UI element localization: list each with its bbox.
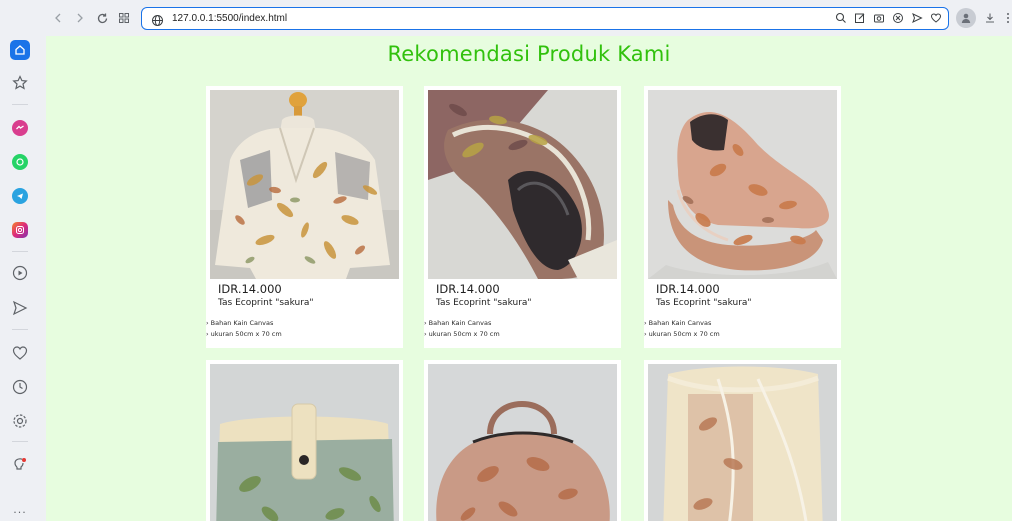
more-vertical-icon <box>1007 13 1009 23</box>
search-icon[interactable] <box>834 11 847 24</box>
clock-icon <box>12 379 28 395</box>
lightbulb-icon <box>14 458 26 470</box>
browser-sidebar: ... <box>0 0 40 521</box>
back-button[interactable] <box>47 7 69 29</box>
profile-avatar[interactable] <box>956 8 976 28</box>
browser-toolbar: 127.0.0.1:5500/index.html <box>40 0 1012 36</box>
product-feature: › Bahan Kain Canvas <box>644 319 712 327</box>
product-card[interactable] <box>644 360 841 521</box>
product-price: IDR.14.000 <box>656 282 720 296</box>
page-title: Rekomendasi Produk Kami <box>387 42 671 66</box>
home-icon <box>10 40 30 60</box>
product-card[interactable]: IDR.14.000 Tas Ecoprint "sakura" › Bahan… <box>644 86 841 348</box>
product-image-shoe-pink <box>648 90 837 279</box>
download-icon <box>986 13 994 23</box>
whatsapp-icon <box>12 154 28 170</box>
sidebar-send-button[interactable] <box>0 299 40 317</box>
messenger-icon <box>12 120 28 136</box>
heart-icon[interactable] <box>929 11 942 24</box>
tabs-grid-button[interactable] <box>113 7 135 29</box>
product-image-shoe <box>428 90 617 279</box>
product-image-tote-green <box>210 364 399 521</box>
sidebar-home-button[interactable] <box>0 40 40 60</box>
send-icon <box>12 300 28 316</box>
reload-icon <box>97 13 107 23</box>
sidebar-favorites-button[interactable] <box>0 74 40 92</box>
product-image-drawstring <box>648 364 837 521</box>
product-image-shirt <box>210 90 399 279</box>
product-feature: › ukuran 50cm x 70 cm <box>424 330 500 338</box>
sidebar-messenger-button[interactable] <box>0 120 40 136</box>
download-button[interactable] <box>982 10 998 26</box>
product-feature: › Bahan Kain Canvas <box>424 319 492 327</box>
sidebar-more-button[interactable]: ... <box>0 503 40 516</box>
forward-button[interactable] <box>69 7 91 29</box>
product-feature: › ukuran 50cm x 70 cm <box>644 330 720 338</box>
sidebar-tips-button[interactable] <box>0 456 40 474</box>
sidebar-player-button[interactable] <box>0 264 40 282</box>
sidebar-instagram-button[interactable] <box>0 222 40 238</box>
product-image-handbag <box>428 364 617 521</box>
product-feature: › ukuran 50cm x 70 cm <box>206 330 282 338</box>
sidebar-settings-button[interactable] <box>0 412 40 430</box>
product-card[interactable]: IDR.14.000 Tas Ecoprint "sakura" › Bahan… <box>424 86 621 348</box>
star-icon <box>12 75 28 90</box>
heart-icon <box>12 346 28 360</box>
sidebar-likes-button[interactable] <box>0 344 40 362</box>
gear-icon <box>13 414 27 428</box>
play-circle-icon <box>12 265 28 281</box>
address-bar[interactable]: 127.0.0.1:5500/index.html <box>141 7 949 30</box>
product-name: Tas Ecoprint "sakura" <box>436 298 532 308</box>
product-name: Tas Ecoprint "sakura" <box>656 298 752 308</box>
product-feature: › Bahan Kain Canvas <box>206 319 274 327</box>
block-icon[interactable] <box>891 11 904 24</box>
send-icon[interactable] <box>910 11 923 24</box>
user-icon <box>961 13 971 23</box>
sidebar-history-button[interactable] <box>0 378 40 396</box>
product-price: IDR.14.000 <box>218 282 282 296</box>
sidebar-whatsapp-button[interactable] <box>0 154 40 170</box>
grid-icon <box>119 13 129 23</box>
edit-icon[interactable] <box>853 11 866 24</box>
chevron-left-icon <box>55 13 61 23</box>
product-card[interactable] <box>206 360 403 521</box>
instagram-icon <box>12 222 28 238</box>
menu-button[interactable] <box>1004 10 1012 26</box>
product-price: IDR.14.000 <box>436 282 500 296</box>
telegram-icon <box>12 188 28 204</box>
url-text[interactable]: 127.0.0.1:5500/index.html <box>172 13 287 24</box>
reload-button[interactable] <box>91 7 113 29</box>
chevron-right-icon <box>77 13 83 23</box>
page-viewport: Rekomendasi Produk Kami IDR.14.000 Tas E… <box>46 36 1012 521</box>
product-card[interactable]: IDR.14.000 Tas Ecoprint "sakura" › Bahan… <box>206 86 403 348</box>
globe-icon <box>151 12 164 31</box>
product-name: Tas Ecoprint "sakura" <box>218 298 314 308</box>
sidebar-telegram-button[interactable] <box>0 188 40 204</box>
screenshot-icon[interactable] <box>872 11 885 24</box>
product-card[interactable] <box>424 360 621 521</box>
